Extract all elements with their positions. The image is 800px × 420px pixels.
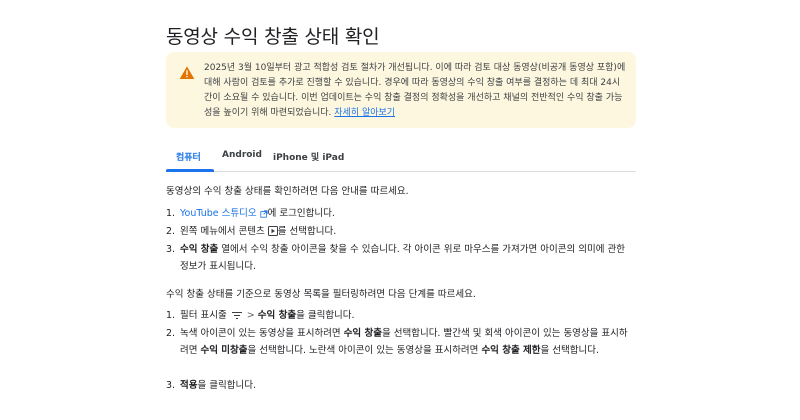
notice-banner: 2025년 3월 10일부터 광고 적합성 검토 절차가 개선됩니다. 이에 따…	[166, 52, 636, 128]
step-bold: 수익 미창출	[200, 345, 248, 356]
step-number: 1.	[166, 310, 176, 321]
step-text: 을 클릭합니다.	[296, 310, 355, 321]
warning-icon	[179, 66, 195, 79]
tab-android[interactable]: Android	[222, 150, 262, 160]
learn-more-link[interactable]: 자세히 알아보기	[334, 108, 395, 118]
step-text: 필터 표시줄	[180, 310, 227, 321]
intro-paragraph-1: 동영상의 수익 창출 상태를 확인하려면 다음 안내를 따르세요.	[166, 186, 409, 197]
step-number: 3.	[166, 244, 176, 255]
notice-body: 2025년 3월 10일부터 광고 적합성 검토 절차가 개선됩니다. 이에 따…	[204, 63, 626, 118]
step-text: 에 로그인합니다.	[267, 208, 335, 219]
step-text: 왼쪽 메뉴에서 콘텐츠	[180, 226, 265, 237]
step-number: 2.	[166, 328, 176, 339]
filter-icon	[231, 312, 242, 319]
content-icon	[267, 226, 278, 236]
tab-iphone-ipad-label: iPhone 및 iPad	[273, 153, 345, 163]
step-bold: 수익 창출	[180, 244, 219, 255]
tab-computer-label: 컴퓨터	[176, 153, 201, 163]
active-tab-indicator	[166, 169, 214, 172]
step-text: 을 선택합니다.	[540, 345, 599, 356]
step-number: 1.	[166, 208, 176, 219]
step-number: 3.	[166, 380, 176, 391]
external-link-icon	[260, 210, 268, 218]
youtube-studio-link[interactable]: YouTube 스튜디오	[180, 208, 257, 219]
intro-paragraph-2: 수익 창출 상태를 기준으로 동영상 목록을 필터링하려면 다음 단계를 따르세…	[166, 289, 476, 300]
step-text: 녹색 아이콘이 있는 동영상을 표시하려면	[180, 328, 344, 339]
help-article: 동영상 수익 창출 상태 확인 2025년 3월 10일부터 광고 적합성 검토…	[0, 0, 800, 420]
step-bold: 수익 창출	[257, 310, 297, 321]
step-bold: 수익 창출 제한	[481, 345, 541, 356]
step-bold: 수익 창출	[343, 328, 382, 339]
notice-text: 2025년 3월 10일부터 광고 적합성 검토 절차가 개선됩니다. 이에 따…	[204, 61, 626, 121]
step-text: 을 선택합니다. 노란색 아이콘이 있는 동영상을 표시하려면	[247, 345, 482, 356]
page-title: 동영상 수익 창출 상태 확인	[166, 26, 380, 48]
step-bold: 적용	[180, 380, 198, 391]
step-text: 를 선택합니다.	[277, 226, 337, 237]
step-text: 을 클릭합니다.	[197, 380, 256, 391]
tab-computer[interactable]: 컴퓨터	[176, 150, 201, 163]
tab-android-label: Android	[222, 150, 262, 160]
platform-tabs: 컴퓨터 Android iPhone 및 iPad	[166, 142, 636, 172]
step-text: 열에서 수익 창출 아이콘을 찾을 수 있습니다. 각 아이콘 위로 마우스를 …	[180, 244, 625, 272]
tab-iphone-ipad[interactable]: iPhone 및 iPad	[273, 150, 344, 163]
step-number: 2.	[166, 226, 176, 237]
